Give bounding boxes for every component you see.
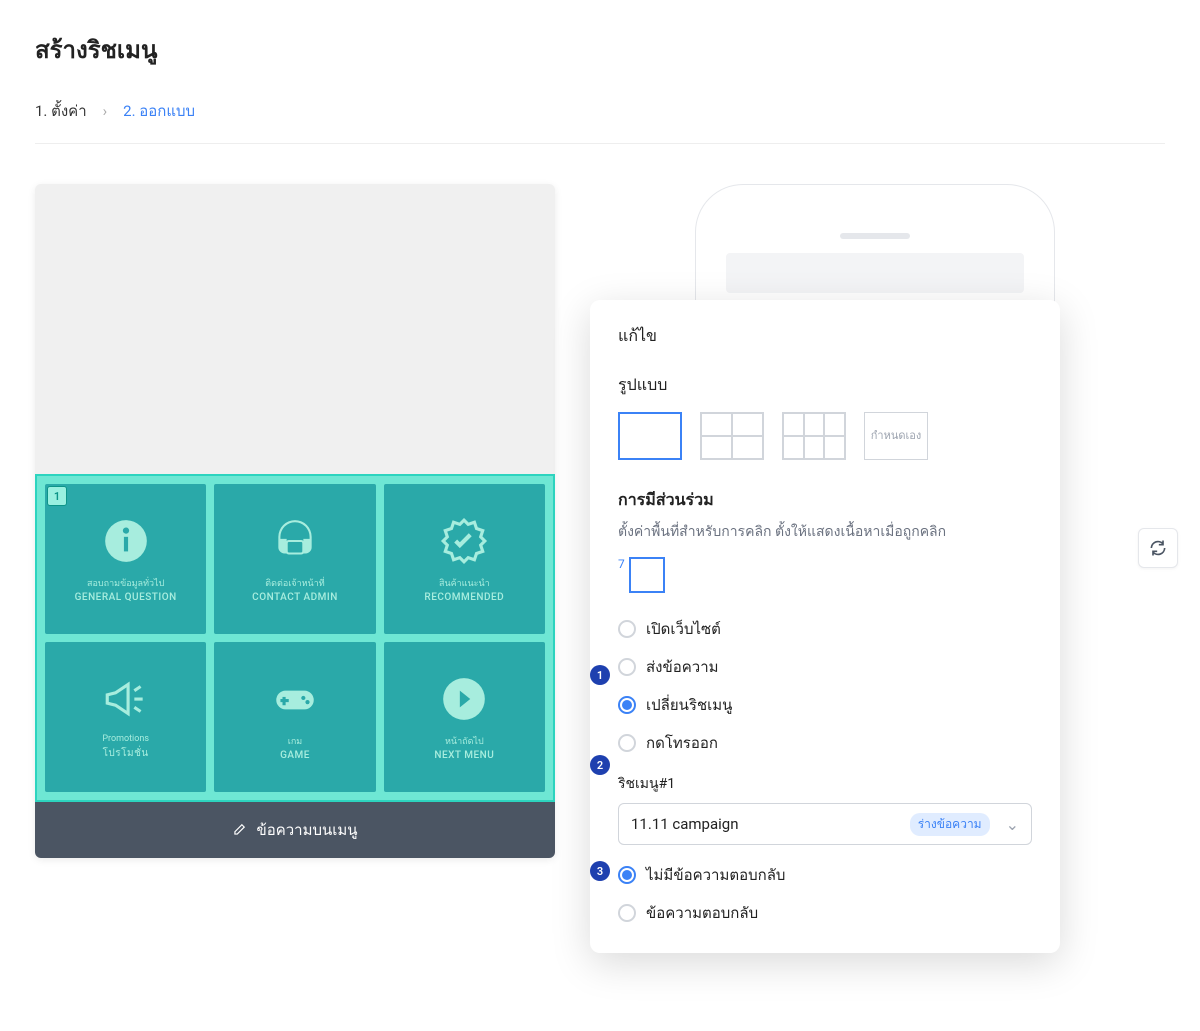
- reply-radio-none[interactable]: ไม่มีข้อความตอบกลับ: [618, 863, 1032, 887]
- reply-label: ไม่มีข้อความตอบกลับ: [646, 863, 785, 887]
- engagement-description: ตั้งค่าพื้นที่สำหรับการคลิก ตั้งให้แสดงเ…: [618, 521, 1032, 543]
- popover-title: แก้ไข: [618, 324, 1032, 349]
- headset-icon: [270, 516, 320, 566]
- action-label: เปิดเว็บไซต์: [646, 617, 721, 641]
- action-radio-send-message[interactable]: ส่งข้อความ: [618, 655, 1032, 679]
- refresh-button[interactable]: [1138, 528, 1178, 568]
- action-label: กดโทรออก: [646, 731, 718, 755]
- action-radio-switch-richmenu[interactable]: เปลี่ยนริชเมนู: [618, 693, 1032, 717]
- reply-label: ข้อความตอบกลับ: [646, 901, 758, 925]
- richmenu-select-label: ริชเมนู#1: [618, 773, 1032, 795]
- step-bubble-2: 2: [590, 755, 610, 775]
- pencil-icon: [232, 823, 246, 837]
- gamepad-icon: [270, 674, 320, 724]
- cell-label-en: RECOMMENDED: [424, 592, 504, 603]
- breadcrumb-step-1[interactable]: 1. ตั้งค่า: [35, 99, 87, 123]
- cell-label-en: CONTACT ADMIN: [252, 592, 338, 603]
- edit-popover: แก้ไข รูปแบบ กำหนดเอง การมีส่วนร่วม ตั้ง…: [590, 300, 1060, 953]
- area-index: 7: [618, 557, 625, 571]
- action-label: เปลี่ยนริชเมนู: [646, 693, 732, 717]
- cell-label-th: สินค้าแนะนำ: [439, 576, 490, 590]
- cell-label-th: ติดต่อเจ้าหน้าที่: [265, 576, 324, 590]
- cell-label-en: NEXT MENU: [434, 750, 494, 761]
- grid-cell[interactable]: หน้าถัดไป NEXT MENU: [384, 642, 545, 792]
- area-box[interactable]: [629, 557, 665, 593]
- action-radio-open-website[interactable]: เปิดเว็บไซต์: [618, 617, 1032, 641]
- draft-badge: ร่างข้อความ: [910, 813, 990, 836]
- engagement-title: การมีส่วนร่วม: [618, 488, 1032, 513]
- cell-label-th: เกม: [288, 734, 302, 748]
- cell-label-en: GAME: [280, 750, 310, 761]
- reply-radio-message[interactable]: ข้อความตอบกลับ: [618, 901, 1032, 925]
- page-title: สร้างริชเมนู: [35, 30, 1165, 69]
- action-radio-call[interactable]: กดโทรออก: [618, 731, 1032, 755]
- menu-bar-label: ข้อความบนเมนู: [256, 818, 357, 842]
- phone-speaker: [840, 233, 910, 239]
- cell-label-th: Promotions: [102, 734, 149, 744]
- layout-option-1x1[interactable]: [618, 412, 682, 460]
- action-label: ส่งข้อความ: [646, 655, 719, 679]
- grid-cell[interactable]: สอบถามข้อมูลทั่วไป GENERAL QUESTION: [45, 484, 206, 634]
- grid-cell[interactable]: สินค้าแนะนำ RECOMMENDED: [384, 484, 545, 634]
- layout-option-3x2[interactable]: [782, 412, 846, 460]
- layout-label: รูปแบบ: [618, 373, 1032, 398]
- richmenu-select[interactable]: 11.11 campaign ร่างข้อความ ⌄: [618, 803, 1032, 845]
- chevron-down-icon: ⌄: [1006, 815, 1019, 834]
- richmenu-grid-area[interactable]: 1 สอบถามข้อมูลทั่วไป GENERAL QUESTION: [35, 474, 555, 802]
- layout-option-2x2[interactable]: [700, 412, 764, 460]
- breadcrumb-step-2[interactable]: 2. ออกแบบ: [123, 99, 195, 123]
- divider: [35, 143, 1165, 144]
- grid-cell[interactable]: เกม GAME: [214, 642, 375, 792]
- select-value: 11.11 campaign: [631, 815, 739, 833]
- layout-option-custom[interactable]: กำหนดเอง: [864, 412, 928, 460]
- grid-cell[interactable]: ติดต่อเจ้าหน้าที่ CONTACT ADMIN: [214, 484, 375, 634]
- step-bubble-1: 1: [590, 665, 610, 685]
- megaphone-icon: [101, 674, 151, 724]
- breadcrumb: 1. ตั้งค่า › 2. ออกแบบ: [35, 99, 1165, 123]
- grid-cell[interactable]: Promotions โปรโมชั่น: [45, 642, 206, 792]
- badge-icon: [439, 516, 489, 566]
- cell-label-th: สอบถามข้อมูลทั่วไป: [87, 576, 164, 590]
- cell-label-en: โปรโมชั่น: [103, 746, 149, 761]
- chevron-right-icon: ›: [103, 102, 108, 120]
- menu-bar-button[interactable]: ข้อความบนเมนู: [35, 802, 555, 858]
- info-icon: [101, 516, 151, 566]
- cell-label-en: GENERAL QUESTION: [75, 592, 177, 603]
- selected-area-badge: 1: [47, 486, 67, 506]
- richmenu-preview: 1 สอบถามข้อมูลทั่วไป GENERAL QUESTION: [35, 184, 555, 858]
- step-bubble-3: 3: [590, 861, 610, 881]
- refresh-icon: [1148, 538, 1168, 558]
- phone-header-bar: [726, 253, 1024, 293]
- cell-label-th: หน้าถัดไป: [445, 734, 484, 748]
- arrow-right-circle-icon: [439, 674, 489, 724]
